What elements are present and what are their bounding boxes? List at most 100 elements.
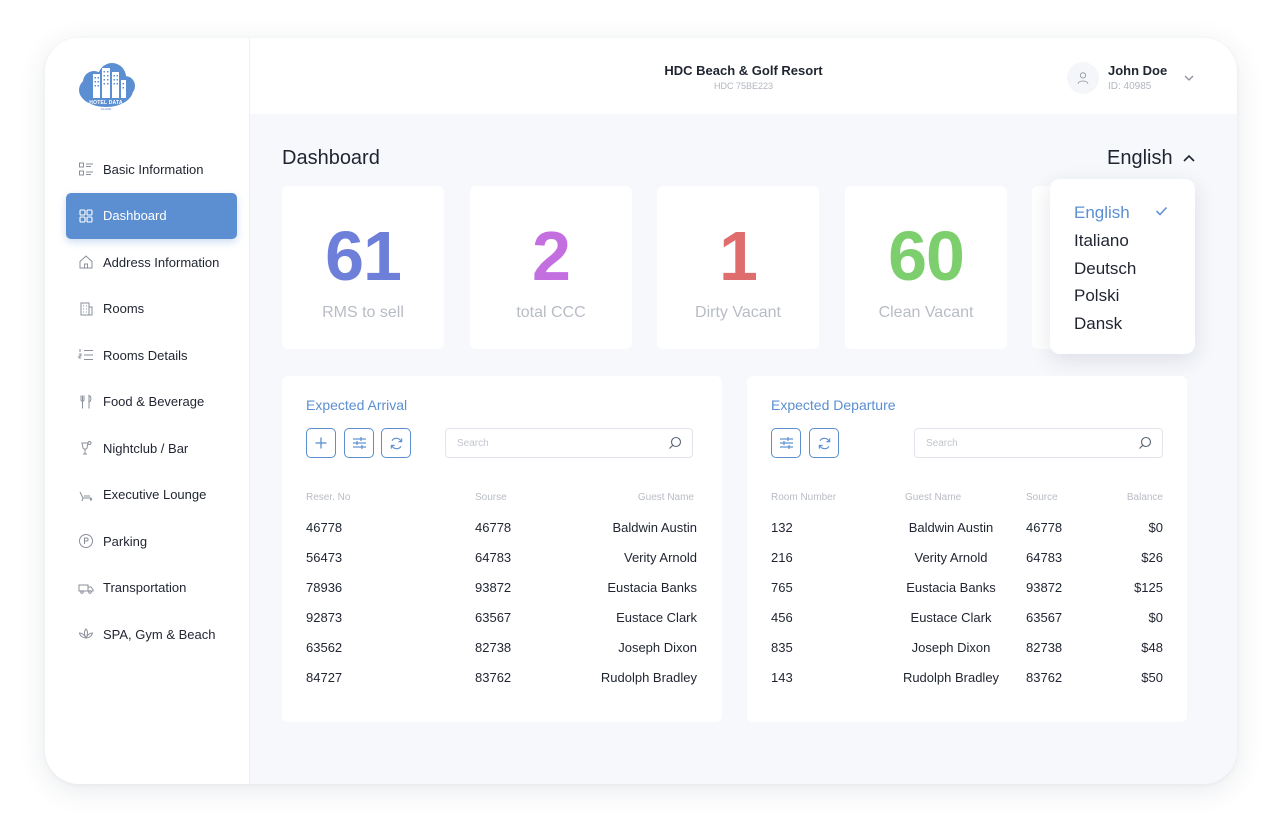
cell-source: 64783 [1026, 550, 1063, 565]
stat-value: 2 [532, 217, 571, 295]
sidebar-item-rooms[interactable]: Rooms [66, 286, 237, 332]
sidebar-item-label: Rooms Details [103, 347, 188, 363]
cell-room-number: 456 [771, 610, 793, 625]
cell-reservation-number: 56473 [306, 550, 343, 565]
sidebar-item-food-beverage[interactable]: Food & Beverage [66, 379, 237, 425]
departure-search-field[interactable] [914, 428, 1163, 458]
sidebar-item-rooms-details[interactable]: Rooms Details [66, 332, 237, 378]
departure-search-input[interactable] [926, 437, 1162, 449]
column-header-sourse[interactable]: Sourse [475, 492, 507, 503]
check-icon [1155, 206, 1168, 216]
panel-title: Expected Departure [771, 397, 896, 413]
cell-source: 46778 [475, 520, 512, 535]
sliders-icon [779, 437, 793, 449]
stat-card-rms-to-sell[interactable]: 61 RMS to sell [282, 186, 444, 349]
cell-guest-name: Verity Arnold [624, 550, 697, 565]
logo-text: HOTEL DATA [89, 100, 123, 106]
grid-icon [79, 208, 93, 223]
filter-button[interactable] [344, 428, 374, 458]
home-icon [79, 255, 93, 269]
sidebar-item-label: Executive Lounge [103, 487, 207, 502]
cell-source: 63567 [475, 610, 512, 625]
cell-reservation-number: 92873 [306, 610, 343, 625]
language-selector[interactable]: English [1107, 147, 1196, 170]
sidebar-nav: Basic Information Dashboard Address Info… [66, 146, 237, 658]
language-option-polski[interactable]: Polski [1074, 286, 1119, 306]
column-header-source[interactable]: Source [1026, 492, 1058, 503]
sidebar-item-label: Address Information [103, 254, 220, 270]
numbered-list-icon [78, 349, 93, 360]
cell-source: 82738 [1026, 640, 1063, 655]
stat-card-dirty-vacant[interactable]: 1 Dirty Vacant [657, 186, 819, 349]
cell-room-number: 835 [771, 640, 793, 655]
cell-source: 82738 [475, 640, 512, 655]
cell-room-number: 132 [771, 520, 793, 535]
language-option-english[interactable]: English [1074, 203, 1130, 223]
stat-label: Clean Vacant [878, 304, 974, 321]
cell-room-number: 216 [771, 550, 793, 565]
sidebar-item-label: Rooms [103, 301, 145, 316]
sidebar-item-nightclub-bar[interactable]: Nightclub / Bar [66, 425, 237, 471]
main-content: Dashboard English 61 RMS to sell 2 total… [250, 114, 1237, 784]
sidebar-item-label: Parking [103, 533, 148, 549]
building-icon [80, 302, 93, 315]
search-icon[interactable] [1138, 436, 1152, 450]
avatar[interactable] [1067, 62, 1099, 94]
sidebar-item-label: SPA, Gym & Beach [103, 626, 216, 642]
cell-guest-name: Eustacia Banks [906, 580, 996, 595]
cell-source: 83762 [475, 670, 512, 685]
arrival-search-input[interactable] [457, 437, 692, 449]
cell-guest-name: Eustacia Banks [607, 580, 697, 595]
language-option-italiano[interactable]: Italiano [1074, 231, 1129, 251]
cell-guest-name: Baldwin Austin [612, 520, 697, 535]
user-menu[interactable]: John Doe ID: 40985 [1067, 60, 1195, 96]
language-option-dansk[interactable]: Dansk [1074, 314, 1122, 334]
sidebar-item-label: Transportation [103, 580, 187, 595]
cell-balance: $125 [1134, 580, 1163, 595]
truck-icon [78, 584, 94, 594]
sidebar-item-spa-gym-beach[interactable]: SPA, Gym & Beach [66, 611, 237, 657]
search-icon[interactable] [668, 436, 682, 450]
cell-source: 64783 [475, 550, 512, 565]
sidebar-item-address-information[interactable]: Address Information [66, 239, 237, 285]
expected-departure-panel: Expected Departure Room Number [747, 376, 1187, 722]
cell-reservation-number: 78936 [306, 580, 343, 595]
plus-icon [315, 437, 327, 449]
column-header-reser-no[interactable]: Reser. No [306, 492, 350, 503]
lotus-icon [78, 628, 94, 639]
cell-room-number: 143 [771, 670, 793, 685]
refresh-button[interactable] [809, 428, 839, 458]
stat-card-clean-vacant[interactable]: 60 Clean Vacant [845, 186, 1007, 349]
cell-balance: $0 [1148, 520, 1163, 535]
cell-source: 46778 [1026, 520, 1063, 535]
arrival-search-field[interactable] [445, 428, 693, 458]
sidebar-item-executive-lounge[interactable]: Executive Lounge [66, 472, 237, 518]
column-header-guest-name[interactable]: Guest Name [905, 492, 961, 503]
column-header-balance[interactable]: Balance [1127, 492, 1163, 503]
cell-guest-name: Eustace Clark [910, 610, 992, 625]
column-header-room-number[interactable]: Room Number [771, 492, 836, 503]
cell-guest-name: Rudolph Bradley [902, 670, 1000, 685]
filter-button[interactable] [771, 428, 801, 458]
cell-guest-name: Joseph Dixon [911, 640, 991, 655]
sidebar-item-label: Nightclub / Bar [103, 440, 189, 456]
sidebar-item-parking[interactable]: Parking [66, 518, 237, 564]
refresh-button[interactable] [381, 428, 411, 458]
sliders-icon [352, 437, 366, 449]
language-current: English [1107, 147, 1173, 169]
stat-card-total-ccc[interactable]: 2 total CCC [470, 186, 632, 349]
sidebar-item-transportation[interactable]: Transportation [66, 565, 237, 611]
cutlery-icon [80, 394, 92, 408]
sidebar-item-basic-information[interactable]: Basic Information [66, 146, 237, 192]
sidebar-item-label: Basic Information [103, 161, 204, 177]
sidebar-item-dashboard[interactable]: Dashboard [66, 192, 237, 239]
refresh-icon [390, 437, 402, 449]
add-button[interactable] [306, 428, 336, 458]
column-header-guest-name[interactable]: Guest Name [638, 492, 694, 503]
lounge-chair-icon [79, 491, 93, 501]
page-title: Dashboard [282, 147, 380, 169]
cell-balance: $48 [1141, 640, 1163, 655]
language-option-deutsch[interactable]: Deutsch [1074, 259, 1136, 279]
chevron-down-icon[interactable] [1183, 73, 1195, 83]
cell-source: 63567 [1026, 610, 1063, 625]
